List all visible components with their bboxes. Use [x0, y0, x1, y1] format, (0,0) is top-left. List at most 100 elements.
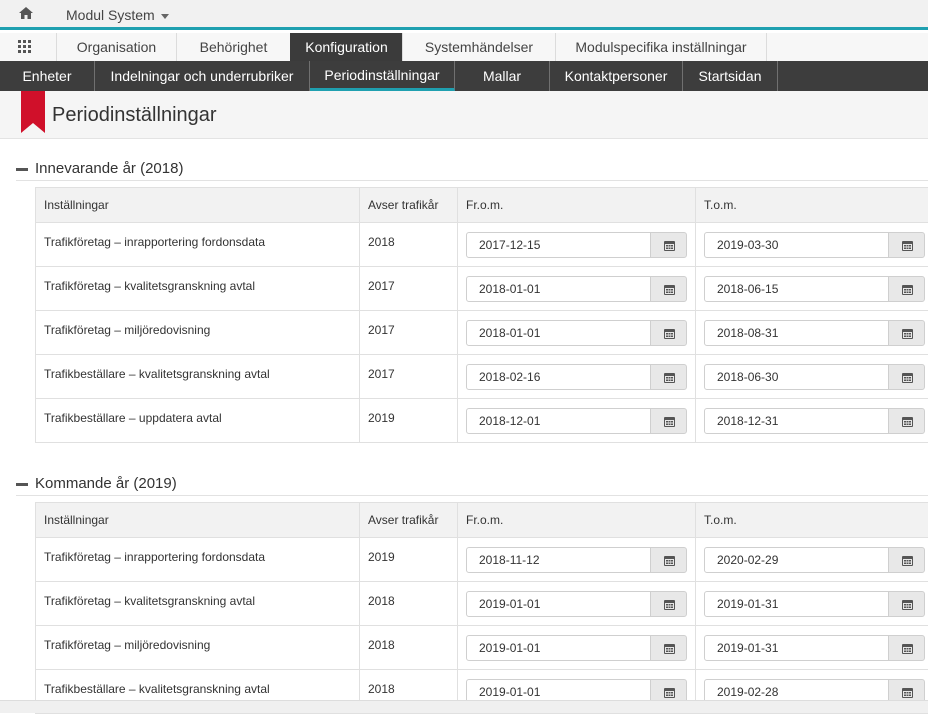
- calendar-icon[interactable]: [650, 547, 687, 573]
- from-date-cell: [458, 223, 696, 267]
- to-date-picker: [704, 276, 925, 302]
- from-date-cell: [458, 355, 696, 399]
- from-date-cell: [458, 311, 696, 355]
- calendar-icon[interactable]: [650, 320, 687, 346]
- subtab-startsidan[interactable]: Startsidan: [683, 61, 778, 91]
- calendar-icon[interactable]: [888, 276, 925, 302]
- calendar-icon[interactable]: [650, 408, 687, 434]
- to-date-input[interactable]: [704, 364, 889, 390]
- from-date-cell: [458, 267, 696, 311]
- from-date-picker: [466, 276, 687, 302]
- table-header-row: Inställningar Avser trafikår Fr.o.m. T.o…: [36, 188, 928, 223]
- traffic-year: 2019: [360, 538, 458, 582]
- setting-name: Trafikbeställare – uppdatera avtal: [36, 399, 360, 443]
- setting-name: Trafikbeställare – kvalitetsgranskning a…: [36, 355, 360, 399]
- from-date-picker: [466, 408, 687, 434]
- section-current-toggle[interactable]: Innevarande år (2018): [16, 159, 928, 181]
- to-date-picker: [704, 364, 925, 390]
- from-date-picker: [466, 635, 687, 661]
- calendar-icon[interactable]: [650, 276, 687, 302]
- table-row: Trafikföretag – kvalitetsgranskning avta…: [36, 582, 928, 626]
- to-date-picker: [704, 408, 925, 434]
- calendar-icon[interactable]: [650, 232, 687, 258]
- subtab-enheter[interactable]: Enheter: [0, 61, 95, 91]
- chevron-down-icon: [161, 14, 169, 19]
- from-date-cell: [458, 538, 696, 582]
- from-date-input[interactable]: [466, 364, 651, 390]
- to-date-input[interactable]: [704, 547, 889, 573]
- col-header-from: Fr.o.m.: [458, 503, 696, 538]
- to-date-input[interactable]: [704, 232, 889, 258]
- from-date-cell: [458, 399, 696, 443]
- tab-behorighet[interactable]: Behörighet: [176, 33, 290, 61]
- from-date-input[interactable]: [466, 320, 651, 346]
- collapse-icon: [16, 483, 28, 486]
- section-next-title: Kommande år (2019): [35, 475, 177, 492]
- subtab-periodinstallningar[interactable]: Periodinställningar: [310, 61, 455, 91]
- from-date-picker: [466, 547, 687, 573]
- from-date-input[interactable]: [466, 591, 651, 617]
- calendar-icon[interactable]: [650, 364, 687, 390]
- to-date-input[interactable]: [704, 320, 889, 346]
- section-next-toggle[interactable]: Kommande år (2019): [16, 474, 928, 496]
- col-header-from: Fr.o.m.: [458, 188, 696, 223]
- calendar-icon[interactable]: [888, 320, 925, 346]
- col-header-year: Avser trafikår: [360, 188, 458, 223]
- calendar-icon[interactable]: [650, 591, 687, 617]
- col-header-year: Avser trafikår: [360, 503, 458, 538]
- module-selector[interactable]: Modul System: [66, 7, 169, 23]
- page-title: Periodinställningar: [52, 104, 217, 127]
- from-date-input[interactable]: [466, 232, 651, 258]
- main-tabs: Organisation Behörighet Konfiguration Sy…: [0, 33, 928, 61]
- from-date-picker: [466, 364, 687, 390]
- calendar-icon[interactable]: [888, 364, 925, 390]
- from-date-picker: [466, 232, 687, 258]
- tab-organisation[interactable]: Organisation: [56, 33, 176, 61]
- to-date-picker: [704, 591, 925, 617]
- to-date-cell: [696, 355, 928, 399]
- from-date-picker: [466, 320, 687, 346]
- to-date-cell: [696, 626, 928, 670]
- from-date-input[interactable]: [466, 547, 651, 573]
- to-date-input[interactable]: [704, 635, 889, 661]
- from-date-input[interactable]: [466, 635, 651, 661]
- from-date-input[interactable]: [466, 408, 651, 434]
- top-bar: Modul System: [0, 0, 928, 30]
- setting-name: Trafikföretag – kvalitetsgranskning avta…: [36, 582, 360, 626]
- to-date-picker: [704, 635, 925, 661]
- table-row: Trafikföretag – miljöredovisning2018: [36, 626, 928, 670]
- to-date-input[interactable]: [704, 408, 889, 434]
- setting-name: Trafikföretag – inrapportering fordonsda…: [36, 223, 360, 267]
- collapse-icon: [16, 168, 28, 171]
- grid-icon[interactable]: [18, 40, 32, 54]
- page-header: Periodinställningar: [0, 91, 928, 139]
- to-date-cell: [696, 267, 928, 311]
- to-date-cell: [696, 538, 928, 582]
- next-year-table: Inställningar Avser trafikår Fr.o.m. T.o…: [35, 502, 928, 714]
- traffic-year: 2018: [360, 223, 458, 267]
- table-row: Trafikföretag – inrapportering fordonsda…: [36, 223, 928, 267]
- tab-modulspecifika[interactable]: Modulspecifika inställningar: [555, 33, 767, 61]
- calendar-icon[interactable]: [888, 232, 925, 258]
- traffic-year: 2017: [360, 311, 458, 355]
- subtab-kontaktpersoner[interactable]: Kontaktpersoner: [550, 61, 683, 91]
- tab-systemhandelser[interactable]: Systemhändelser: [402, 33, 555, 61]
- subtab-mallar[interactable]: Mallar: [455, 61, 550, 91]
- subtab-indelningar[interactable]: Indelningar och underrubriker: [95, 61, 310, 91]
- calendar-icon[interactable]: [888, 591, 925, 617]
- to-date-input[interactable]: [704, 276, 889, 302]
- tab-konfiguration[interactable]: Konfiguration: [290, 33, 402, 61]
- from-date-input[interactable]: [466, 276, 651, 302]
- home-icon[interactable]: [18, 6, 34, 20]
- calendar-icon[interactable]: [650, 635, 687, 661]
- traffic-year: 2018: [360, 626, 458, 670]
- section-current-title: Innevarande år (2018): [35, 160, 183, 177]
- to-date-cell: [696, 223, 928, 267]
- calendar-icon[interactable]: [888, 408, 925, 434]
- calendar-icon[interactable]: [888, 635, 925, 661]
- bottom-bar: [0, 700, 928, 713]
- calendar-icon[interactable]: [888, 547, 925, 573]
- col-header-to: T.o.m.: [696, 503, 928, 538]
- to-date-input[interactable]: [704, 591, 889, 617]
- table-row: Trafikföretag – miljöredovisning2017: [36, 311, 928, 355]
